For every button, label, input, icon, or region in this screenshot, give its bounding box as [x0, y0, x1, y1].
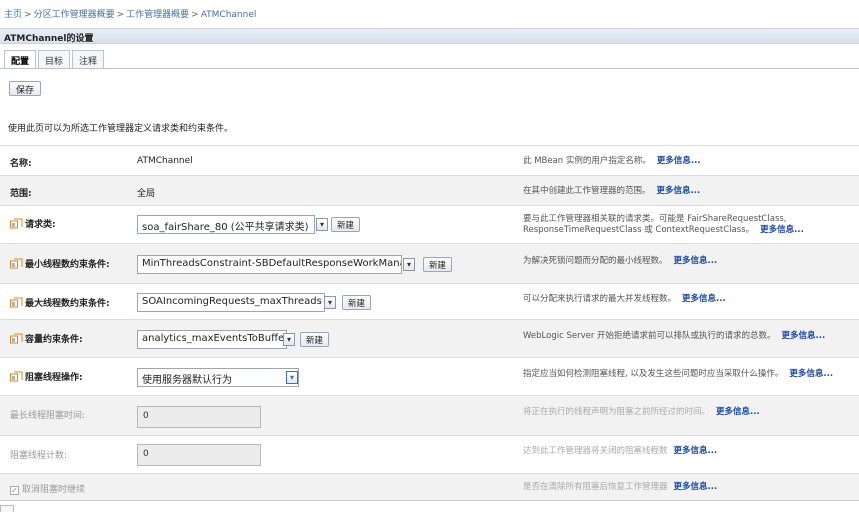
max-stuck-time-label: 最长线程阻塞时间: — [10, 411, 86, 421]
more-info-link[interactable]: 更多信息... — [789, 369, 833, 379]
more-info-link[interactable]: 更多信息... — [657, 156, 701, 166]
more-info-link[interactable]: 更多信息... — [682, 294, 726, 304]
bottom-divider — [0, 500, 859, 501]
more-info-link[interactable]: 更多信息... — [716, 407, 760, 417]
more-info-link[interactable]: 更多信息... — [674, 446, 718, 456]
chevron-down-icon[interactable]: ▾ — [316, 218, 328, 231]
chevron-down-icon[interactable]: ▾ — [324, 296, 336, 309]
scope-help: 在其中创建此工作管理器的范围。 更多信息... — [523, 186, 701, 196]
chevron-down-icon[interactable]: ▾ — [286, 371, 298, 384]
stuck-action-select[interactable]: 使用服务器默认行为 — [137, 368, 299, 387]
row-name: 名称: ATMChannel 此 MBean 实例的用户指定名称。 更多信息... — [0, 145, 859, 175]
capacity-select[interactable]: analytics_maxEventsToBuffer — [137, 330, 287, 349]
more-info-link[interactable]: 更多信息... — [674, 256, 718, 266]
stuck-count-label: 阻塞线程计数: — [10, 451, 68, 461]
save-button[interactable]: 保存 — [9, 81, 42, 96]
capacity-new-button[interactable]: 新建 — [300, 332, 330, 347]
stuck-action-help: 指定应当如何检测阻塞线程, 以及发生这些问题时应当采取什么操作。 更多信息... — [523, 369, 834, 379]
min-threads-new-button[interactable]: 新建 — [423, 257, 453, 272]
tab-notes[interactable]: 注释 — [72, 50, 105, 68]
max-stuck-time-help: 将正在执行的线程声明为阻塞之前所经过的时间。 更多信息... — [523, 407, 760, 417]
min-threads-help: 为解决死锁问题而分配的最小线程数。 更多信息... — [523, 256, 718, 266]
breadcrumb-separator: > — [24, 10, 32, 20]
min-threads-label: 最小线程数约束条件: — [10, 257, 110, 270]
breadcrumb-home-link[interactable]: 主页 — [4, 10, 22, 20]
row-scope: 范围: 全局 在其中创建此工作管理器的范围。 更多信息... — [0, 175, 859, 205]
request-class-new-button[interactable]: 新建 — [331, 217, 361, 232]
tab-divider — [0, 68, 859, 69]
max-threads-select[interactable]: SOAIncomingRequests_maxThreads — [137, 293, 325, 312]
name-label: 名称: — [10, 159, 32, 169]
ignore-stuck-label: ✓ 取消阻塞时继续 — [10, 485, 86, 495]
chevron-down-icon[interactable]: ▾ — [403, 258, 415, 271]
breadcrumb-separator: > — [191, 10, 199, 20]
tab-configuration[interactable]: 配置 — [4, 50, 37, 68]
row-request-class: 请求类: soa_fairShare_80 (公平共享请求类) ▾ 新建 要与此… — [0, 205, 859, 243]
chevron-down-icon[interactable]: ▾ — [283, 333, 295, 346]
request-class-select[interactable]: soa_fairShare_80 (公平共享请求类) — [137, 215, 315, 234]
row-ignore-stuck: ✓ 取消阻塞时继续 是否在清除所有阻塞后恢复工作管理器 更多信息... — [0, 473, 859, 500]
config-icon — [10, 333, 23, 344]
config-icon — [10, 218, 23, 229]
row-min-threads: 最小线程数约束条件: MinThreadsConstraint-SBDefaul… — [0, 243, 859, 283]
config-icon — [10, 258, 23, 269]
page-description: 使用此页可以为所选工作管理器定义请求类和约束条件。 — [8, 124, 234, 134]
capacity-help: WebLogic Server 开始拒绝请求前可以排队或执行的请求的总数。 更多信… — [523, 331, 826, 341]
row-max-stuck-time: 最长线程阻塞时间: 0 将正在执行的线程声明为阻塞之前所经过的时间。 更多信息..… — [0, 395, 859, 435]
ignore-stuck-checkbox[interactable]: ✓ — [10, 486, 19, 495]
stuck-count-help: 达到此工作管理器将关闭的阻塞线程数 更多信息... — [523, 446, 718, 456]
max-threads-new-button[interactable]: 新建 — [342, 295, 372, 310]
name-help: 此 MBean 实例的用户指定名称。 更多信息... — [523, 156, 701, 166]
stuck-action-label: 阻塞线程操作: — [10, 370, 83, 383]
row-stuck-action: 阻塞线程操作: 使用服务器默认行为 ▾ 指定应当如何检测阻塞线程, 以及发生这些… — [0, 357, 859, 395]
name-value: ATMChannel — [137, 156, 193, 166]
breadcrumb-separator: > — [116, 10, 125, 20]
request-class-label: 请求类: — [10, 217, 56, 230]
breadcrumb-current: ATMChannel — [200, 10, 257, 20]
breadcrumb: 主页 > 分区工作管理器概要 > 工作管理器概要 > ATMChannel — [0, 0, 859, 24]
min-threads-select[interactable]: MinThreadsConstraint-SBDefaultResponseWo… — [137, 255, 402, 274]
more-info-link[interactable]: 更多信息... — [674, 482, 718, 492]
max-threads-label: 最大线程数约束条件: — [10, 296, 110, 309]
max-threads-help: 可以分配来执行请求的最大并发线程数。 更多信息... — [523, 294, 726, 304]
tab-targets[interactable]: 目标 — [38, 50, 71, 68]
more-info-link[interactable]: 更多信息... — [760, 225, 804, 235]
page-title: ATMChannel的设置 — [0, 28, 859, 44]
breadcrumb-workmanager-link[interactable]: 工作管理器概要 — [126, 10, 189, 20]
config-icon — [10, 371, 23, 382]
scope-label: 范围: — [10, 189, 32, 199]
bottom-save-button-peek[interactable] — [0, 505, 14, 512]
tab-bar: 配置 目标 注释 — [4, 50, 106, 68]
scope-value: 全局 — [137, 189, 156, 199]
request-class-help: 要与此工作管理器相关联的请求类。可能是 FairShareRequestClas… — [523, 214, 804, 235]
row-max-threads: 最大线程数约束条件: SOAIncomingRequests_maxThread… — [0, 283, 859, 319]
more-info-link[interactable]: 更多信息... — [657, 186, 701, 196]
stuck-count-input[interactable]: 0 — [137, 444, 261, 466]
row-capacity: 容量约束条件: analytics_maxEventsToBuffer ▾ 新建… — [0, 319, 859, 357]
capacity-label: 容量约束条件: — [10, 332, 83, 345]
ignore-stuck-help: 是否在清除所有阻塞后恢复工作管理器 更多信息... — [523, 482, 718, 492]
max-stuck-time-input[interactable]: 0 — [137, 406, 261, 428]
config-icon — [10, 297, 23, 308]
breadcrumb-partition-link[interactable]: 分区工作管理器概要 — [34, 10, 115, 20]
row-stuck-count: 阻塞线程计数: 0 达到此工作管理器将关闭的阻塞线程数 更多信息... — [0, 435, 859, 473]
more-info-link[interactable]: 更多信息... — [782, 331, 826, 341]
